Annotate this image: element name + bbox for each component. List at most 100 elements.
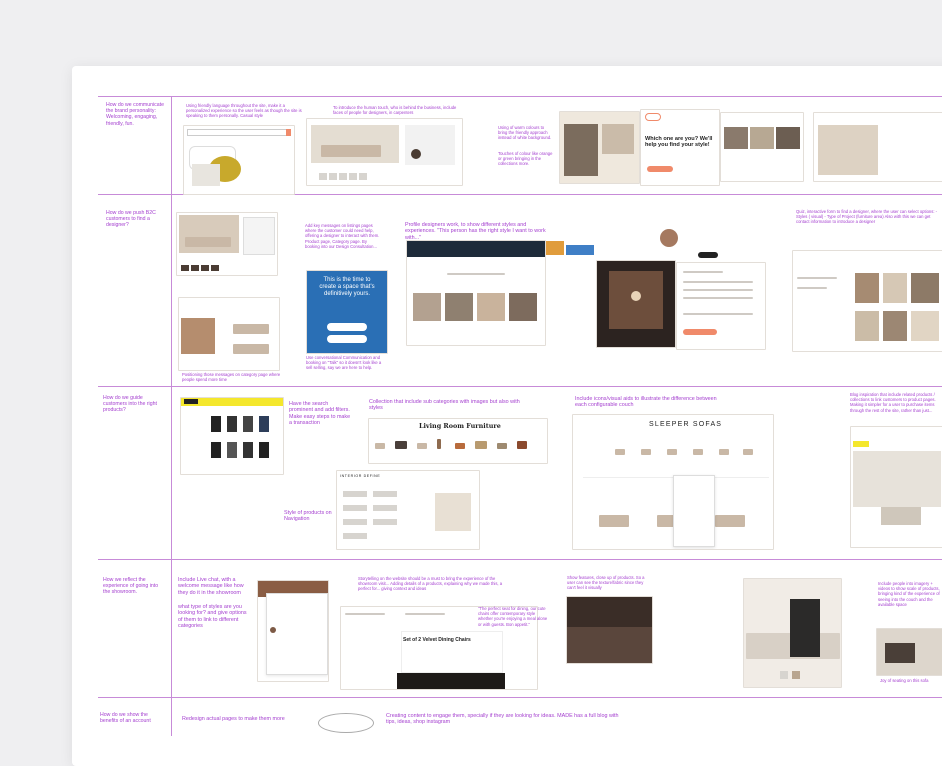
screenshot-card	[813, 112, 942, 182]
sticky-note: Style of products on Navigation	[284, 510, 332, 523]
style-option[interactable]	[911, 311, 939, 341]
nav-item[interactable]	[373, 505, 397, 511]
style-option[interactable]	[883, 273, 907, 303]
configurable-couch-card: SLEEPER SOFAS	[572, 414, 774, 550]
category-icon[interactable]	[455, 443, 465, 449]
row-question: How do we show the benefits of an accoun…	[100, 712, 151, 725]
couch-heading: SLEEPER SOFAS	[649, 421, 723, 428]
row-question: How do we communicate the brand personal…	[106, 102, 164, 127]
person-image	[790, 599, 820, 657]
sticky-note: To introduce the human touch, who is beh…	[333, 105, 457, 116]
nav-item[interactable]	[343, 505, 367, 511]
talk-button[interactable]	[327, 323, 367, 331]
search-results-card	[180, 397, 284, 475]
product-title: Set of 2 Velvet Dining Chairs	[403, 637, 471, 643]
brand-name: INTERIOR DEFINE	[340, 474, 381, 478]
style-option[interactable]	[855, 311, 879, 341]
row-divider	[98, 559, 942, 560]
nav-item[interactable]	[373, 519, 397, 525]
sticky-note: Using of warm colours to bring the frien…	[498, 125, 552, 141]
sticky-note: Have the search prominent and add filter…	[289, 401, 351, 427]
sticky-note: Collection that include sub categories w…	[369, 399, 520, 412]
avatar	[270, 627, 276, 633]
designer-profiles-card	[406, 240, 546, 346]
category-icon[interactable]	[417, 443, 427, 449]
sticky-note: "The perfect seat for dining, our cute c…	[478, 606, 548, 627]
sticky-note: Creating content to engage them, special…	[386, 713, 619, 726]
style-option[interactable]	[855, 273, 879, 303]
nav-item[interactable]	[373, 491, 397, 497]
quiz-card: Which one are you? We'll help you find y…	[640, 109, 720, 186]
screenshot-card	[306, 118, 463, 186]
sticky-note: Show features, close up of products. So …	[567, 575, 645, 591]
screenshot-card	[176, 212, 278, 276]
sofa-image	[321, 145, 381, 157]
couch-type-icon[interactable]	[743, 449, 753, 455]
contact-button[interactable]	[698, 252, 718, 258]
row-divider	[98, 96, 942, 97]
logo	[184, 399, 198, 404]
row-divider	[98, 386, 942, 387]
row-divider	[98, 697, 942, 698]
sofa-video	[876, 628, 942, 676]
video-card	[596, 260, 676, 348]
couch-type-icon[interactable]	[667, 449, 677, 455]
category-icon[interactable]	[517, 441, 527, 449]
search-icon	[286, 129, 291, 136]
live-chat-card	[257, 580, 329, 682]
row-question: How do we push B2C customers to find a d…	[106, 210, 156, 229]
nav-item[interactable]	[343, 533, 367, 539]
sticky-note: Storytelling on the website should be a …	[358, 576, 503, 592]
designer-cta-card: This is the time to create a space that'…	[306, 270, 388, 354]
screenshot-card	[183, 125, 295, 195]
style-option[interactable]	[883, 311, 907, 341]
tag-button[interactable]	[645, 113, 661, 121]
start-quiz-button[interactable]	[647, 166, 673, 172]
row-question: How do we guide customers into the right…	[103, 395, 157, 414]
book-button[interactable]	[683, 329, 717, 335]
quiz-heading: Which one are you? We'll help you find y…	[645, 136, 713, 149]
category-icon[interactable]	[437, 439, 441, 449]
collection-card: Living Room Furniture	[368, 418, 548, 464]
sticky-note: Profile designers work, to show differen…	[405, 222, 546, 241]
sticky-note: Joy of seating on this sofa	[880, 678, 929, 683]
sticky-note: Quiz, interactive form to find a designe…	[796, 209, 938, 225]
sticky-note: Use conversational Communication and boo…	[306, 355, 382, 371]
screenshot-card	[559, 111, 640, 184]
filter-dropdown[interactable]	[673, 475, 715, 547]
collection-heading: Living Room Furniture	[419, 422, 501, 430]
fabric-closeup	[566, 596, 653, 664]
avatar	[660, 229, 678, 247]
sticky-note: Using friendly language throughout the s…	[186, 103, 302, 119]
avatar	[411, 149, 421, 159]
couch-type-icon[interactable]	[641, 449, 651, 455]
search-input	[187, 129, 289, 136]
couch-type-icon[interactable]	[719, 449, 729, 455]
quiz-form-card: ​	[792, 250, 942, 352]
category-icon[interactable]	[395, 441, 407, 449]
sticky-note: Add key messages on listings pages where…	[305, 223, 380, 249]
category-icon[interactable]	[497, 443, 507, 449]
sticky-note: Redesign actual pages to make them more	[182, 716, 285, 722]
book-button[interactable]	[327, 335, 367, 343]
couch-type-icon[interactable]	[693, 449, 703, 455]
play-icon[interactable]	[631, 291, 641, 301]
category-icon[interactable]	[475, 441, 487, 449]
color-swatch[interactable]	[780, 671, 788, 679]
nav-item[interactable]	[343, 519, 367, 525]
screenshot-card	[720, 112, 804, 182]
product-image	[192, 164, 220, 186]
sticky-note: what type of styles are you looking for?…	[178, 604, 247, 630]
chat-window[interactable]	[266, 593, 328, 675]
style-option[interactable]	[911, 273, 939, 303]
color-swatch[interactable]	[792, 671, 800, 679]
couch-type-icon[interactable]	[615, 449, 625, 455]
screenshot-card	[178, 297, 280, 371]
nav-item[interactable]	[343, 491, 367, 497]
row-question: How we reflect the experience of going i…	[103, 577, 159, 596]
sticky-note: Include icons/visual aids to illustrate …	[575, 396, 717, 409]
category-icon[interactable]	[375, 443, 385, 449]
navigation-menu-card: INTERIOR DEFINE	[336, 470, 480, 550]
brand-logo	[853, 441, 869, 447]
lifestyle-photo	[743, 578, 842, 688]
